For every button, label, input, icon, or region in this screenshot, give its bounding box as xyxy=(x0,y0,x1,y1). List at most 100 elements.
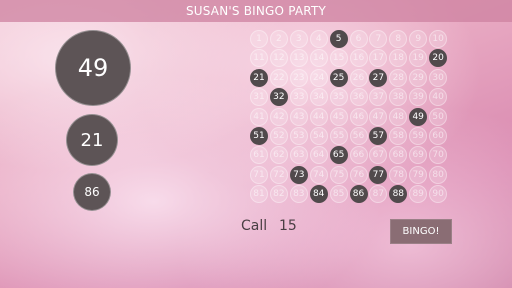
board-cell: 15 xyxy=(329,49,348,68)
board-cell: 63 xyxy=(289,146,308,165)
board-cell: 68 xyxy=(389,146,408,165)
board-cell: 17 xyxy=(369,49,388,68)
bingo-button[interactable]: BINGO! xyxy=(390,219,452,244)
board-cell: 37 xyxy=(369,88,388,107)
board-cell: 46 xyxy=(349,107,368,126)
board-cell: 10 xyxy=(429,30,448,48)
board-cell: 7 xyxy=(369,30,388,48)
board-cell: 79 xyxy=(409,165,428,184)
board-cell: 66 xyxy=(349,146,368,165)
title-bar: SUSAN'S BINGO PARTY xyxy=(0,0,512,22)
board-cell: 87 xyxy=(369,185,388,204)
board-cell: 30 xyxy=(429,68,448,87)
board-cell: 85 xyxy=(329,185,348,204)
board-cell: 6 xyxy=(349,30,368,48)
board-cell: 14 xyxy=(309,49,328,68)
board-cell-called: 20 xyxy=(429,49,448,68)
board-cell: 4 xyxy=(309,30,328,48)
board-cell: 41 xyxy=(250,107,268,126)
board-cell: 81 xyxy=(250,185,268,204)
current-call-number: 49 xyxy=(77,54,109,82)
current-call-ball: 49 xyxy=(55,30,131,106)
board-cell-called: 86 xyxy=(349,185,368,204)
board-cell: 56 xyxy=(349,127,368,145)
board-cell: 62 xyxy=(269,146,288,165)
board-cell: 83 xyxy=(289,185,308,204)
board-cell: 35 xyxy=(329,88,348,107)
board-cell: 50 xyxy=(429,107,448,126)
board-cell: 54 xyxy=(309,127,328,145)
board-cell: 69 xyxy=(409,146,428,165)
board-cell-called: 27 xyxy=(369,68,388,87)
board-cell: 52 xyxy=(269,127,288,145)
board-cell: 59 xyxy=(409,127,428,145)
board-cell: 64 xyxy=(309,146,328,165)
board-cell: 89 xyxy=(409,185,428,204)
board-cell: 13 xyxy=(289,49,308,68)
board-cell: 38 xyxy=(389,88,408,107)
bingo-app: SUSAN'S BINGO PARTY 49 21 86 1 2 3 4 5 6 7 8 9 10… xyxy=(0,0,512,288)
board-cell: 36 xyxy=(349,88,368,107)
board-cell: 2 xyxy=(269,30,288,48)
board-cell: 55 xyxy=(329,127,348,145)
board-cell: 76 xyxy=(349,165,368,184)
board-cell: 26 xyxy=(349,68,368,87)
board-cell-called: 51 xyxy=(250,127,268,145)
board-cell: 90 xyxy=(429,185,448,204)
board-cell: 53 xyxy=(289,127,308,145)
board-cell: 71 xyxy=(250,165,268,184)
board-cell: 40 xyxy=(429,88,448,107)
board-cell: 78 xyxy=(389,165,408,184)
board-cell-called: 32 xyxy=(269,88,288,107)
board-cell: 16 xyxy=(349,49,368,68)
board-cell: 29 xyxy=(409,68,428,87)
board-cell: 11 xyxy=(250,49,268,68)
previous-call-ball: 21 xyxy=(66,114,118,166)
board-cell: 58 xyxy=(389,127,408,145)
board-cell: 70 xyxy=(429,146,448,165)
board-cell: 12 xyxy=(269,49,288,68)
board-cell: 33 xyxy=(289,88,308,107)
board-cell-called: 65 xyxy=(329,146,348,165)
board-cell-called: 84 xyxy=(309,185,328,204)
earlier-call-number: 86 xyxy=(84,185,100,199)
board-cell-called: 88 xyxy=(389,185,408,204)
board-cell: 34 xyxy=(309,88,328,107)
board-cell: 47 xyxy=(369,107,388,126)
board-cell-called: 49 xyxy=(409,107,428,126)
board-cell-called: 21 xyxy=(250,68,268,87)
board-cell: 48 xyxy=(389,107,408,126)
board-cell: 1 xyxy=(250,30,268,48)
board-cell: 23 xyxy=(289,68,308,87)
board-cell: 42 xyxy=(269,107,288,126)
board-cell: 67 xyxy=(369,146,388,165)
board-cell-called: 73 xyxy=(289,165,308,184)
earlier-call-ball: 86 xyxy=(73,173,111,211)
board-cell: 28 xyxy=(389,68,408,87)
call-count: 15 xyxy=(279,218,297,234)
board-cell-called: 57 xyxy=(369,127,388,145)
board-cell: 3 xyxy=(289,30,308,48)
board-cell-called: 5 xyxy=(329,30,348,48)
board-cell: 61 xyxy=(250,146,268,165)
board-cell: 72 xyxy=(269,165,288,184)
board-cell-called: 25 xyxy=(329,68,348,87)
board-cell: 19 xyxy=(409,49,428,68)
board-cell: 22 xyxy=(269,68,288,87)
board-cell: 80 xyxy=(429,165,448,184)
board-cell: 82 xyxy=(269,185,288,204)
board-cell: 8 xyxy=(389,30,408,48)
board-cell: 31 xyxy=(250,88,268,107)
bingo-board: 1 2 3 4 5 6 7 8 9 10 11 12 13 14 15 16 17 18 19 20 21 22 23 24 2… xyxy=(250,30,450,210)
board-cell: 45 xyxy=(329,107,348,126)
board-cell: 9 xyxy=(409,30,428,48)
board-cell: 75 xyxy=(329,165,348,184)
call-label: Call xyxy=(241,218,268,234)
board-cell-called: 77 xyxy=(369,165,388,184)
app-title: SUSAN'S BINGO PARTY xyxy=(185,4,327,18)
board-cell: 18 xyxy=(389,49,408,68)
board-cell: 43 xyxy=(289,107,308,126)
board-cell: 44 xyxy=(309,107,328,126)
previous-call-number: 21 xyxy=(80,129,104,151)
board-cell: 24 xyxy=(309,68,328,87)
